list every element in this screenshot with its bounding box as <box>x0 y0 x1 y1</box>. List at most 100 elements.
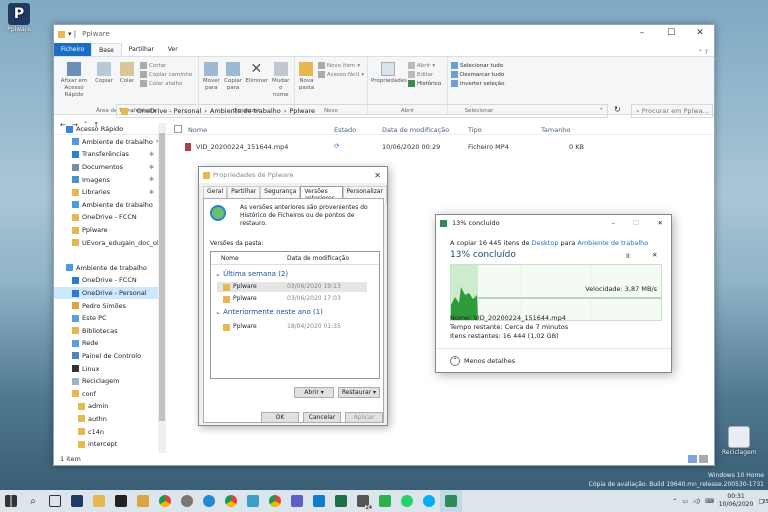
open-version-button[interactable]: Abrir ▾ <box>294 387 334 398</box>
nav-item[interactable]: Bibliotecas <box>54 325 158 338</box>
task-view-button[interactable] <box>44 490 66 512</box>
tab-view[interactable]: Ver <box>161 43 185 56</box>
taskbar-app-copy[interactable] <box>440 490 462 512</box>
easy-access-button[interactable]: Acesso fácil ▾ <box>317 71 364 78</box>
nav-item[interactable]: Documentos ✱ <box>54 161 158 174</box>
edit-button[interactable]: Editar <box>408 71 441 78</box>
list-col-date[interactable]: Data de modificação <box>287 255 349 262</box>
nav-item[interactable]: Painel de Controlo <box>54 350 158 363</box>
nav-item[interactable]: Imagens ✱ <box>54 173 158 186</box>
taskbar-app-chrome[interactable] <box>154 490 176 512</box>
invert-selection-button[interactable]: Inverter seleção <box>451 80 504 87</box>
copy-button[interactable]: Copiar <box>94 60 114 115</box>
address-dropdown[interactable]: ˅ <box>600 107 603 115</box>
taskbar-app-terminal[interactable] <box>110 490 132 512</box>
select-all-button[interactable]: Selecionar tudo <box>451 62 504 69</box>
maximize-button[interactable]: ☐ <box>657 25 685 41</box>
ok-button[interactable]: OK <box>261 412 299 423</box>
copy-source-link[interactable]: Desktop <box>532 239 559 247</box>
breadcrumb-desktop[interactable]: Ambiente de trabalho <box>210 107 281 115</box>
nav-scrollbar[interactable] <box>158 123 166 453</box>
clock[interactable]: 00:31 10/06/2020 <box>719 493 754 509</box>
breadcrumb-onedrive[interactable]: OneDrive - Personal <box>137 107 202 115</box>
history-button[interactable]: Histórico <box>408 80 441 87</box>
taskbar-app-green[interactable] <box>374 490 396 512</box>
versions-list[interactable]: Nome Data de modificação ⌄ Última semana… <box>210 251 380 379</box>
chevron-up-icon[interactable]: ⌃ <box>672 498 677 505</box>
nav-item[interactable]: OneDrive - FCCN <box>54 211 158 224</box>
nav-item[interactable]: conf <box>54 387 158 400</box>
taskbar-app-edge[interactable] <box>198 490 220 512</box>
group-last-week[interactable]: ⌄ Última semana (2) <box>215 270 288 278</box>
restore-button[interactable]: Restaurar ▾ <box>338 387 380 398</box>
nav-item[interactable]: OneDrive - Personal <box>54 286 158 300</box>
desktop-icon-pplware[interactable]: P Pplware <box>4 3 34 33</box>
cancel-copy-button[interactable]: ✕ <box>652 251 657 259</box>
copy-path-button[interactable]: Copiar caminho <box>140 71 192 78</box>
version-row[interactable]: Pplware 03/06/2020 19:13 <box>217 282 367 292</box>
cancel-button[interactable]: Cancelar <box>303 412 341 423</box>
breadcrumb-pplware[interactable]: Pplware <box>289 107 315 115</box>
nav-item[interactable]: Linux <box>54 362 158 375</box>
column-state[interactable]: Estado <box>334 126 356 134</box>
taskbar-app-folder[interactable] <box>132 490 154 512</box>
dialog-close-button[interactable]: ✕ <box>374 171 381 180</box>
nav-item[interactable]: Libraries ✱ <box>54 186 158 199</box>
copy-destination-link[interactable]: Ambiente de trabalho <box>577 239 648 247</box>
nav-item[interactable]: Rede <box>54 337 158 350</box>
details-view-icon[interactable] <box>688 455 697 463</box>
nav-item[interactable]: c14n <box>54 425 158 438</box>
new-item-button[interactable]: Novo item ▾ <box>317 62 364 69</box>
fewer-details-button[interactable]: ⌃ Menos detalhes <box>450 356 515 366</box>
taskbar-app-vscode[interactable] <box>308 490 330 512</box>
column-size[interactable]: Tamanho <box>541 126 570 134</box>
copy-minimize-button[interactable]: – <box>612 219 615 227</box>
nav-item[interactable]: Ambiente de trabalho <box>54 199 158 212</box>
nav-item[interactable]: Pplware <box>54 224 158 237</box>
view-toggle[interactable] <box>688 455 708 463</box>
nav-item[interactable]: admin <box>54 400 158 413</box>
quick-access-toolbar[interactable]: ▾ | <box>68 30 76 38</box>
tiles-view-icon[interactable] <box>699 455 708 463</box>
notifications-icon[interactable]: ▢ 25 <box>758 498 768 505</box>
paste-shortcut-button[interactable]: Colar atalho <box>140 80 192 87</box>
nav-item[interactable]: Acesso Rápido <box>54 123 158 136</box>
start-button[interactable] <box>0 490 22 512</box>
close-button[interactable]: ✕ <box>686 25 714 41</box>
refresh-button[interactable]: ↻ <box>614 105 621 114</box>
nav-item[interactable]: OneDrive - FCCN <box>54 274 158 287</box>
tab-file[interactable]: Ficheiro <box>54 43 92 56</box>
copy-maximize-button[interactable]: ☐ <box>633 219 639 227</box>
apply-button[interactable]: Aplicar <box>345 412 383 423</box>
taskbar-app-pplware[interactable] <box>66 490 88 512</box>
search-input[interactable]: ⌕ Procurar em Pplwa... <box>631 104 713 118</box>
group-earlier-this-year[interactable]: ⌄ Anteriormente neste ano (1) <box>215 308 323 316</box>
taskbar-app-chrome-3[interactable] <box>264 490 286 512</box>
list-col-name[interactable]: Nome <box>221 255 239 262</box>
version-row[interactable]: Pplware 03/06/2020 17:03 <box>217 294 367 304</box>
address-bar[interactable]: › OneDrive - Personal › Ambiente de trab… <box>116 104 608 118</box>
nav-item[interactable]: authn <box>54 413 158 426</box>
search-button[interactable]: ⌕ <box>22 490 44 512</box>
taskbar-app-skype[interactable] <box>418 490 440 512</box>
column-type[interactable]: Tipo <box>468 126 482 134</box>
taskbar-app-excel[interactable] <box>330 490 352 512</box>
nav-item[interactable]: intercept <box>54 438 158 451</box>
keyboard-icon[interactable]: ⌨ <box>705 498 714 505</box>
taskbar-app-whatsapp[interactable] <box>396 490 418 512</box>
version-row[interactable]: Pplware 18/04/2020 01:35 <box>217 322 367 332</box>
network-icon[interactable]: ▭ <box>682 498 688 505</box>
nav-item[interactable]: Ambiente de trabalho <box>54 262 158 275</box>
ribbon-help[interactable]: ⌃ ? <box>698 49 714 56</box>
tab-share[interactable]: Partilhar <box>122 43 161 56</box>
desktop-icon-recycle-bin[interactable]: Reciclagem <box>722 426 757 456</box>
nav-item[interactable]: Este PC <box>54 312 158 325</box>
volume-icon[interactable]: ◁) <box>693 498 700 505</box>
taskbar-app-teams[interactable] <box>286 490 308 512</box>
minimize-button[interactable]: – <box>628 25 656 41</box>
select-none-button[interactable]: Desmarcar tudo <box>451 71 504 78</box>
taskbar-app-chrome-2[interactable] <box>220 490 242 512</box>
pin-quick-access-button[interactable]: Afixar em Acesso Rápido <box>57 60 91 115</box>
nav-item[interactable]: UEvora_edugain_doc_ok_a <box>54 236 158 249</box>
tab-home[interactable]: Base <box>91 43 122 56</box>
